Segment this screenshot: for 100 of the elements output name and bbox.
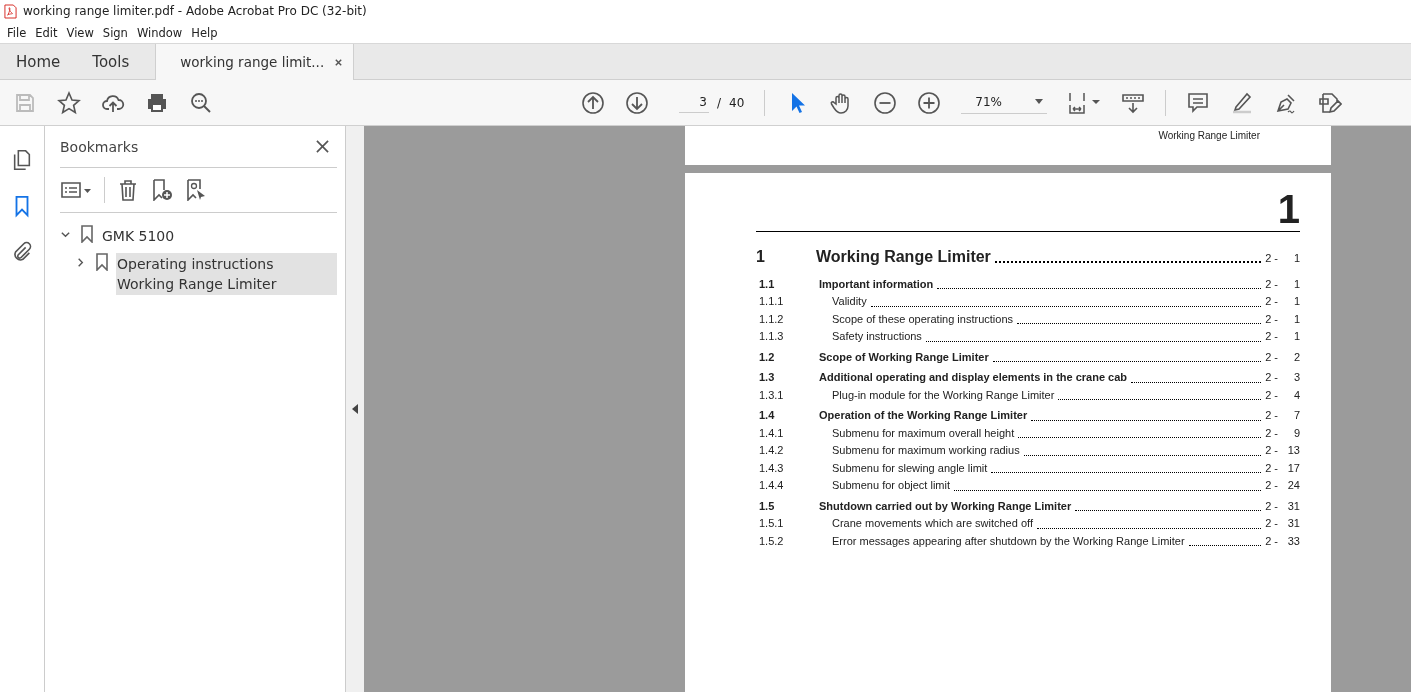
toc-page-prefix: 2 -: [1265, 251, 1278, 266]
toc-title[interactable]: Working Range Limiter: [816, 248, 991, 266]
page-fit-icon[interactable]: [1067, 91, 1102, 115]
caret-icon[interactable]: [1035, 99, 1044, 104]
toc-page-number: 24: [1286, 478, 1300, 493]
toc-page-number: 4: [1292, 387, 1300, 403]
toc-number: 1.4: [758, 408, 776, 423]
toc-page-prefix: 2 -: [1265, 443, 1278, 458]
tab[interactable]: Tools: [76, 44, 146, 79]
toc-title[interactable]: Shutdown carried out by Working Range Limiter: [819, 497, 1072, 515]
toc-number: 1.5.2: [758, 533, 785, 549]
star-icon[interactable]: [57, 90, 81, 115]
menu-item[interactable]: Window: [132, 25, 187, 40]
menu-item[interactable]: Edit: [31, 25, 62, 40]
toc-title[interactable]: Submenu for maximum overall height: [819, 424, 1015, 442]
close-icon[interactable]: [316, 140, 329, 153]
scroll-mode-icon[interactable]: [1121, 91, 1146, 115]
menu-item[interactable]: Help: [187, 25, 222, 40]
trash-icon[interactable]: [117, 179, 139, 201]
toc-number: 1: [756, 248, 766, 266]
toc-number: 1.1.1: [758, 294, 785, 309]
toc-number: 1.4.1: [758, 425, 785, 441]
toc-number: 1.4.3: [758, 460, 785, 476]
toc-page-prefix: 2 -: [1265, 478, 1278, 493]
toc-page-number: 1: [1292, 294, 1300, 309]
toc-title[interactable]: Submenu for slewing angle limit: [819, 459, 988, 477]
bookmark-item[interactable]: Operating instructions Working Range Limiter: [116, 253, 337, 295]
toc-title[interactable]: Operation of the Working Range Limiter: [819, 407, 1028, 425]
pages-icon[interactable]: [11, 148, 33, 172]
toc-page-number: 2: [1292, 349, 1300, 365]
toc-page-prefix: 2 -: [1265, 329, 1278, 344]
toc-title[interactable]: Scope of these operating instructions: [819, 310, 1013, 328]
chevron-icon[interactable]: [75, 257, 86, 268]
search-icon[interactable]: [189, 90, 213, 115]
toc-page-number: 1: [1292, 329, 1300, 344]
toc-number: 1.1: [758, 276, 776, 292]
toc-page-number: 17: [1286, 460, 1300, 476]
toc-title[interactable]: Submenu for maximum working radius: [819, 442, 1020, 460]
options-menu-icon[interactable]: [60, 179, 92, 201]
toc-page-number: 13: [1286, 443, 1300, 458]
toc-title[interactable]: Additional operating and display elements in the crane cab: [819, 369, 1128, 387]
chevron-icon[interactable]: [60, 229, 71, 240]
toc-number: 1.3.1: [758, 387, 785, 403]
page-separator: /: [717, 96, 722, 110]
toc-page-number: 33: [1286, 533, 1300, 549]
toc-title[interactable]: Plug-in module for the Working Range Limiter: [819, 386, 1055, 404]
toc-page-prefix: 2 -: [1265, 349, 1278, 365]
toc-number: 1.5.1: [758, 516, 785, 531]
bookmark-pointer-icon[interactable]: [185, 179, 207, 201]
page-number-field[interactable]: 3: [679, 93, 709, 113]
toc-page-number: 7: [1292, 408, 1300, 423]
arrow-up-circle-icon[interactable]: [581, 91, 605, 115]
toc-page-prefix: 2 -: [1265, 498, 1278, 514]
comment-icon[interactable]: [1186, 91, 1211, 115]
toc-title[interactable]: Crane movements which are switched off: [819, 515, 1033, 533]
toc-page-prefix: 2 -: [1265, 460, 1278, 476]
toc-page-number: 3: [1292, 370, 1300, 385]
toc-page-number: 31: [1286, 516, 1300, 531]
arrow-down-circle-icon[interactable]: [625, 91, 649, 115]
toc-title[interactable]: Submenu for object limit: [819, 477, 950, 495]
pdf-file-icon: [4, 3, 17, 19]
toc-page-prefix: 2 -: [1265, 516, 1278, 531]
zoom-in-icon[interactable]: [917, 91, 942, 115]
bookmark-icon: [96, 253, 108, 271]
toc-page-prefix: 2 -: [1265, 294, 1278, 309]
add-bookmark-icon[interactable]: [151, 179, 173, 201]
toc-title[interactable]: Safety instructions: [819, 328, 922, 346]
close-icon[interactable]: [334, 57, 344, 67]
toc-page-prefix: 2 -: [1265, 311, 1278, 327]
toc-title[interactable]: Validity: [819, 293, 867, 311]
bookmark-item[interactable]: GMK 5100: [101, 225, 337, 247]
page-header: Working Range Limiter: [1158, 130, 1260, 141]
toc-page-number: 1: [1292, 276, 1300, 292]
toc-page-number: 1: [1292, 251, 1300, 266]
toc-page-prefix: 2 -: [1265, 387, 1278, 403]
menu-item[interactable]: Sign: [98, 25, 132, 40]
toc-number: 1.2: [758, 349, 776, 365]
zoom-dropdown[interactable]: 71%: [961, 92, 1048, 114]
toc-number: 1.5: [758, 498, 776, 514]
toc-page-number: 9: [1292, 425, 1300, 441]
menu-item[interactable]: File: [3, 25, 31, 40]
tab[interactable]: working range limit...: [155, 44, 355, 80]
toc-page-prefix: 2 -: [1265, 276, 1278, 292]
toc-page-prefix: 2 -: [1265, 370, 1278, 385]
toc-number: 1.3: [758, 370, 776, 385]
zoom-out-icon[interactable]: [873, 91, 898, 115]
toc-number: 1.4.2: [758, 443, 785, 458]
page-count: 40: [729, 96, 745, 110]
toc-title[interactable]: Scope of Working Range Limiter: [819, 348, 989, 366]
toc-page-prefix: 2 -: [1265, 425, 1278, 441]
toc-number: 1.1.2: [758, 311, 785, 327]
edit-document-icon[interactable]: [1318, 91, 1343, 115]
toc-title[interactable]: Important information: [819, 275, 934, 293]
toc-title[interactable]: Error messages appearing after shutdown by the Working Range Limiter: [819, 532, 1185, 550]
collapse-arrow-icon[interactable]: [352, 404, 358, 414]
toc-page-prefix: 2 -: [1265, 533, 1278, 549]
paperclip-icon[interactable]: [11, 240, 33, 264]
toc-page-number: 1: [1292, 311, 1300, 327]
menu-item[interactable]: View: [62, 25, 98, 40]
tab[interactable]: Home: [0, 44, 77, 79]
